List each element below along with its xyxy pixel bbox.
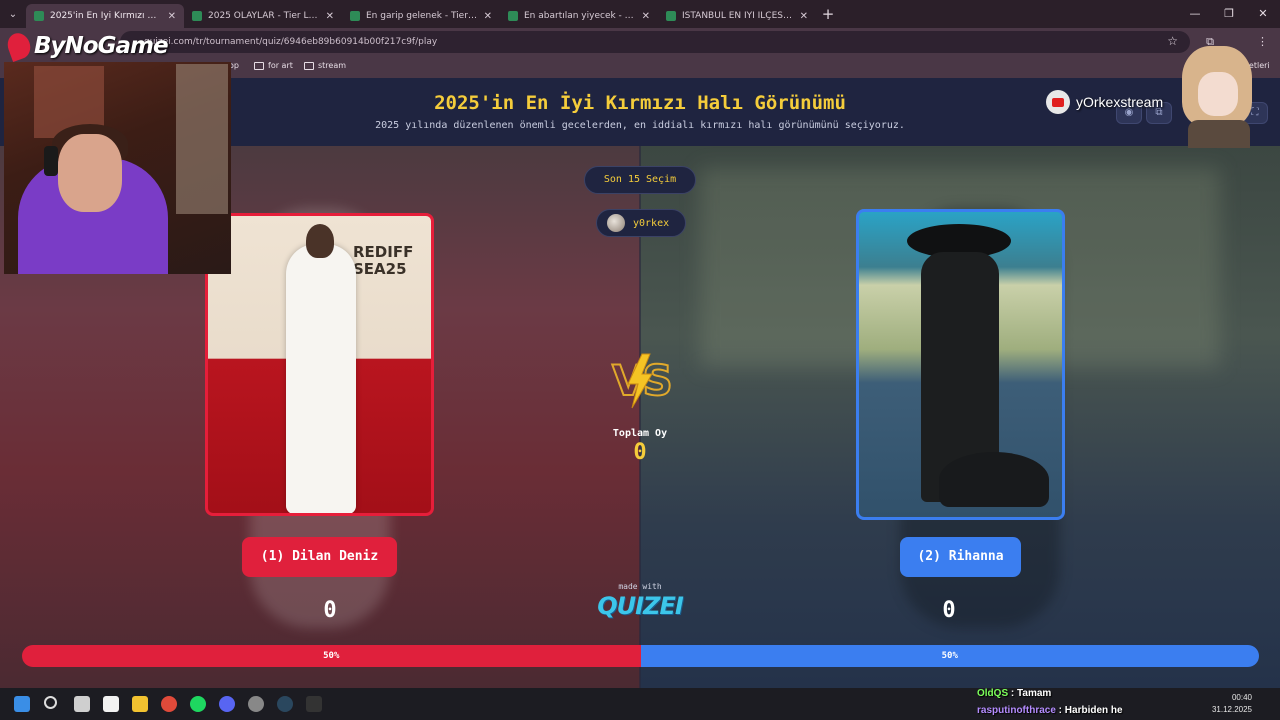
task-view-icon[interactable] <box>74 696 90 712</box>
app-icon[interactable] <box>248 696 264 712</box>
white-gown <box>286 244 356 513</box>
tab-title: En abartılan yiyecek - Tier List | <box>524 11 636 21</box>
vote-button-right[interactable]: (2) Rihanna <box>900 537 1021 577</box>
total-votes-value: 0 <box>633 440 647 465</box>
tab-favicon-icon <box>666 11 676 21</box>
tab-strip: ⌄ 2025'in En İyi Kırmızı Halı Görünü ✕ 2… <box>0 0 1280 28</box>
vote-progress-bar: 50% 50% <box>22 645 1259 667</box>
progress-right: 50% <box>640 645 1259 667</box>
flame-icon <box>4 30 34 62</box>
window-controls: — ❐ ✕ <box>1178 0 1280 28</box>
choice-image-left[interactable]: REDIFF SEA25 <box>205 213 434 516</box>
tab-favicon-icon <box>350 11 360 21</box>
chat-message: rasputinofthrace : Harbiden he <box>977 705 1123 716</box>
tab-favicon-icon <box>508 11 518 21</box>
avatar-face <box>1198 72 1238 116</box>
vote-button-left[interactable]: (1) Dilan Deniz <box>242 537 397 577</box>
tab-title: 2025'in En İyi Kırmızı Halı Görünü <box>50 11 162 21</box>
discord-icon[interactable] <box>219 696 235 712</box>
youtube-handle-overlay: yOrkexstream <box>1046 90 1163 114</box>
browser-tab[interactable]: İSTANBUL EN İYİ İLÇESİ - Tier Li ✕ <box>658 4 816 28</box>
tab-favicon-icon <box>34 11 44 21</box>
steam-icon[interactable] <box>277 696 293 712</box>
clock-time: 00:40 <box>1231 693 1252 702</box>
tab-search-chevron-icon[interactable]: ⌄ <box>0 0 26 28</box>
tab-close-icon[interactable]: ✕ <box>642 11 650 22</box>
vote-count-right: 0 <box>942 598 956 623</box>
windows-start-icon[interactable] <box>14 696 30 712</box>
browser-tab[interactable]: 2025 OLAYLAR - Tier List | Kör S ✕ <box>184 4 342 28</box>
vote-count-left: 0 <box>323 598 337 623</box>
made-with-label: made with <box>618 582 662 591</box>
minimize-icon[interactable]: — <box>1178 0 1212 28</box>
person-head <box>306 224 334 258</box>
vs-icon: VS <box>604 352 676 412</box>
restore-icon[interactable]: ❐ <box>1212 0 1246 28</box>
creator-name: y0rkex <box>633 217 670 229</box>
headset <box>44 146 58 176</box>
browser-tab[interactable]: 2025'in En İyi Kırmızı Halı Görünü ✕ <box>26 4 184 28</box>
tab-title: 2025 OLAYLAR - Tier List | Kör S <box>208 11 320 21</box>
chat-text: Harbiden he <box>1064 705 1123 716</box>
file-explorer-icon[interactable] <box>132 696 148 712</box>
choice-image-right[interactable] <box>856 209 1065 520</box>
bookmark-item[interactable]: for art <box>254 61 293 70</box>
new-tab-icon[interactable]: + <box>816 5 840 23</box>
tab-close-icon[interactable]: ✕ <box>326 11 334 22</box>
bookmark-label: stream <box>318 61 347 70</box>
chat-separator: : <box>1008 688 1018 699</box>
youtube-handle: yOrkexstream <box>1076 94 1164 110</box>
spotify-icon[interactable] <box>190 696 206 712</box>
bookmark-star-icon[interactable]: ☆ <box>1167 34 1178 48</box>
bynogame-logo: ByNoGame <box>4 30 169 62</box>
close-window-icon[interactable]: ✕ <box>1246 0 1280 28</box>
wall-poster <box>176 64 228 214</box>
vtuber-avatar <box>1178 42 1258 148</box>
epic-games-icon[interactable] <box>306 696 322 712</box>
address-bar[interactable]: quizei.com/tr/tournament/quiz/6946eb89b6… <box>120 31 1190 53</box>
tab-favicon-icon <box>192 11 202 21</box>
chat-message: OldQS : Tamam <box>977 688 1051 699</box>
folder-icon <box>254 61 264 70</box>
gown-train <box>939 452 1049 507</box>
tab-close-icon[interactable]: ✕ <box>800 11 808 22</box>
round-badge: Son 15 Seçim <box>584 166 696 194</box>
browser-tab[interactable]: En abartılan yiyecek - Tier List | ✕ <box>500 4 658 28</box>
browser-tab[interactable]: En garip gelenek - Tier List | Kör ✕ <box>342 4 500 28</box>
tab-title: İSTANBUL EN İYİ İLÇESİ - Tier Li <box>682 11 794 21</box>
clock-date: 31.12.2025 <box>1211 705 1252 714</box>
file-icon[interactable] <box>103 696 119 712</box>
menu-icon[interactable]: ⋮ <box>1257 35 1268 48</box>
chat-user: OldQS <box>977 688 1009 699</box>
system-clock[interactable]: 00:40 31.12.2025 <box>1212 692 1252 716</box>
webcam-feed <box>4 62 231 274</box>
address-bar-row: quizei.com/tr/tournament/quiz/6946eb89b6… <box>0 28 1280 56</box>
chrome-icon[interactable] <box>161 696 177 712</box>
total-votes-label: Toplam Oy <box>612 428 668 439</box>
streamer-face <box>58 134 122 212</box>
quizei-logo[interactable]: QUIZEI <box>580 592 700 620</box>
folder-icon <box>304 61 314 70</box>
chat-separator: : <box>1055 705 1065 716</box>
tab-close-icon[interactable]: ✕ <box>484 11 492 22</box>
progress-left: 50% <box>22 645 641 667</box>
search-icon[interactable] <box>44 696 57 709</box>
avatar-body <box>1188 120 1250 148</box>
youtube-icon <box>1046 90 1070 114</box>
avatar <box>607 214 625 232</box>
bookmark-label: for art <box>268 61 293 70</box>
bookmark-item[interactable]: stream <box>304 61 346 70</box>
tab-title: En garip gelenek - Tier List | Kör <box>366 11 478 21</box>
tab-close-icon[interactable]: ✕ <box>168 11 176 22</box>
chat-user: rasputinofthrace <box>977 705 1056 716</box>
creator-badge[interactable]: y0rkex <box>596 209 686 237</box>
lightning-bolt-icon <box>627 353 653 409</box>
backdrop-text: REDIFF SEA25 <box>353 243 414 278</box>
logo-text: ByNoGame <box>34 33 169 59</box>
chat-text: Tamam <box>1017 688 1052 699</box>
